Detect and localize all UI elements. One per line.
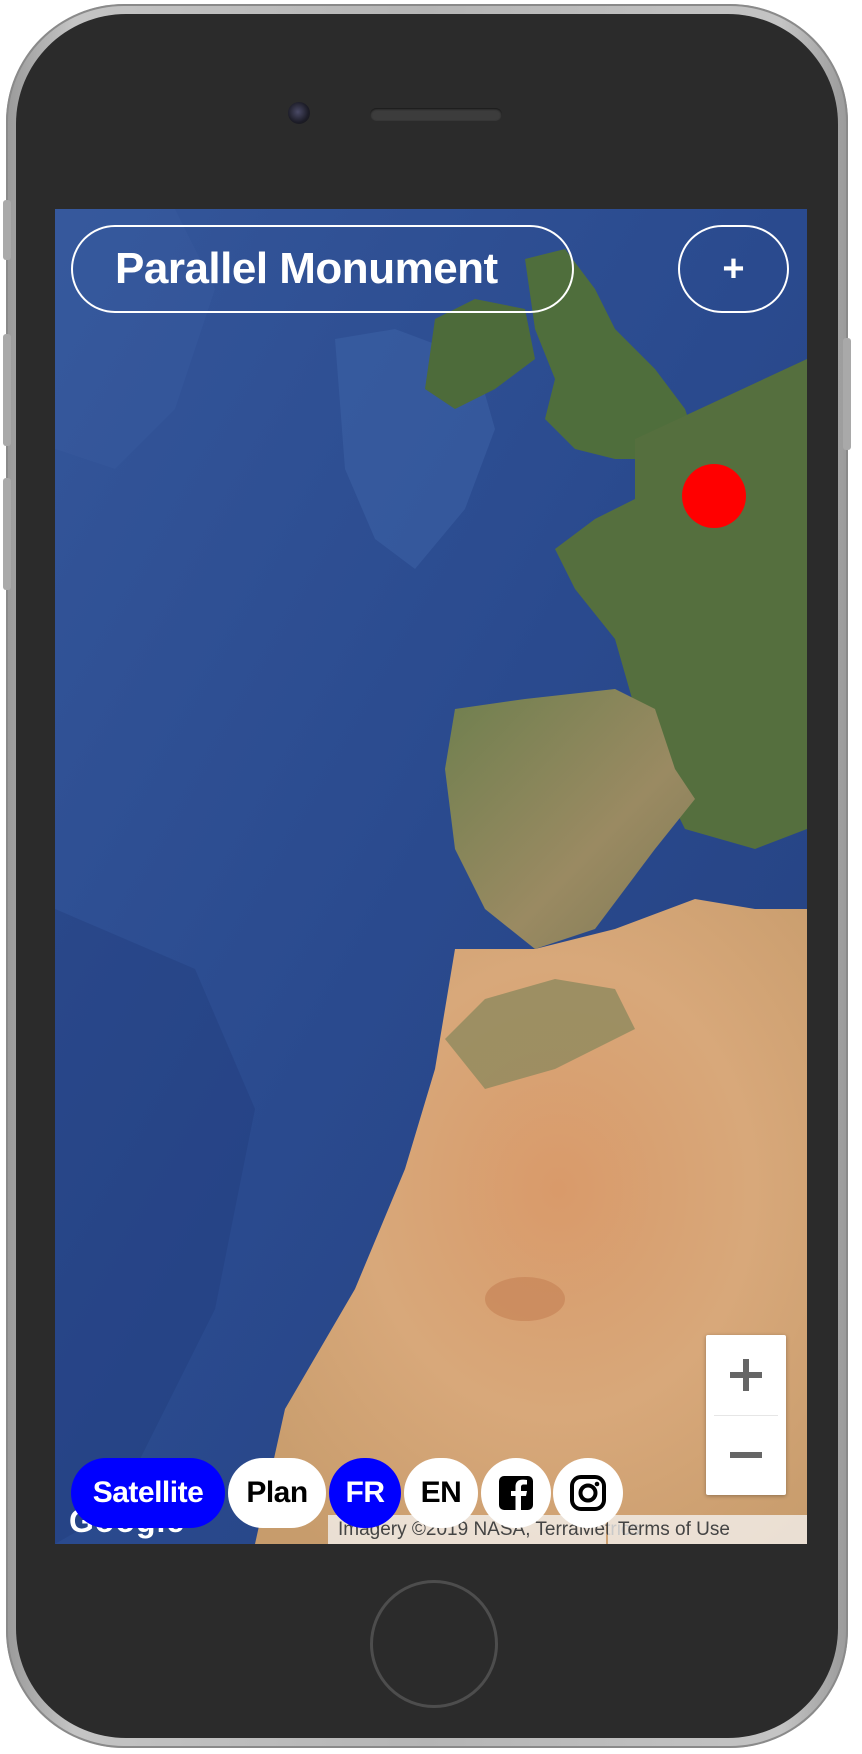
power-button [843,338,851,450]
zoom-control [706,1335,786,1495]
facebook-icon [499,1476,533,1510]
zoom-in-button[interactable] [706,1335,786,1415]
instagram-icon [570,1475,606,1511]
terms-of-use-link[interactable]: Terms of Use [608,1515,807,1544]
satellite-button[interactable]: Satellite [71,1458,225,1528]
volume-down-button [3,478,11,590]
plan-button[interactable]: Plan [228,1458,326,1528]
app-screen: Parallel Monument + Google Imagery ©2019… [55,209,807,1544]
language-en-button[interactable]: EN [404,1458,478,1528]
satellite-map[interactable] [55,209,807,1544]
minus-icon [730,1452,762,1458]
map-marker[interactable] [682,464,746,528]
app-title[interactable]: Parallel Monument [71,225,574,313]
mute-switch [3,200,11,260]
volume-up-button [3,334,11,446]
facebook-button[interactable] [481,1458,551,1528]
instagram-button[interactable] [553,1458,623,1528]
zoom-out-button[interactable] [706,1415,786,1495]
add-button[interactable]: + [678,225,789,313]
home-button[interactable] [370,1580,498,1708]
plus-icon [730,1359,762,1391]
language-fr-button[interactable]: FR [329,1458,401,1528]
earpiece-speaker [370,108,502,121]
front-camera [288,102,310,124]
